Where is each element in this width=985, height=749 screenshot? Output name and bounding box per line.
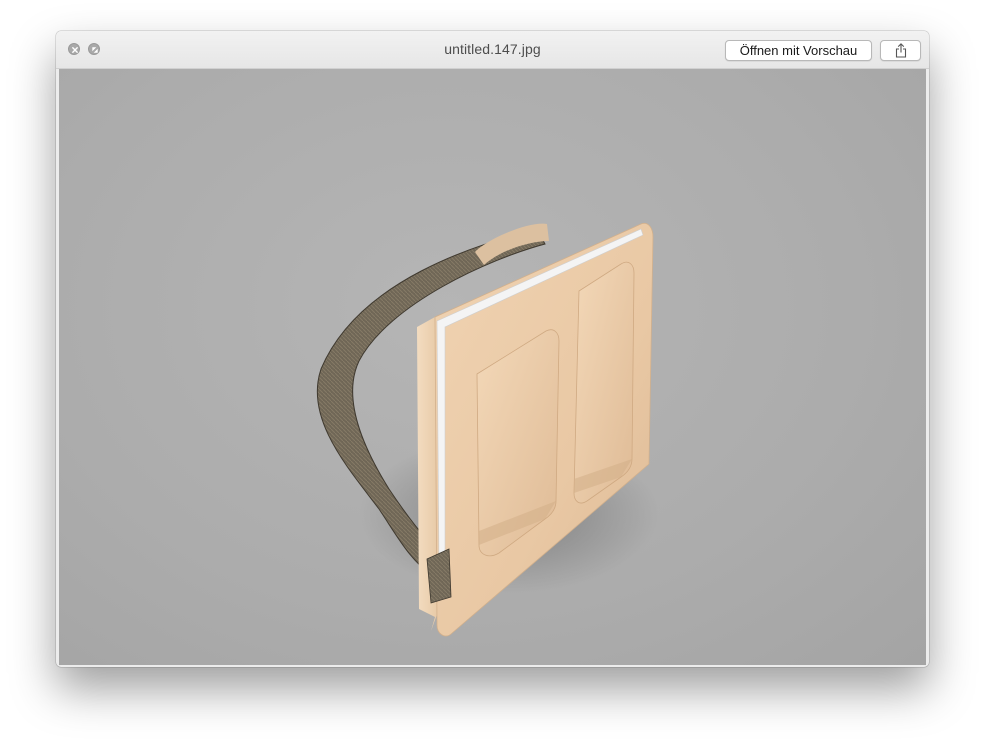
open-with-preview-button[interactable]: Öffnen mit Vorschau — [725, 40, 872, 61]
title-bar[interactable]: untitled.147.jpg Öffnen mit Vorschau — [56, 31, 929, 69]
image-preview — [59, 69, 926, 665]
rendered-image — [316, 222, 659, 637]
share-icon — [895, 43, 907, 58]
fullscreen-button[interactable] — [88, 43, 100, 55]
quicklook-window: untitled.147.jpg Öffnen mit Vorschau — [56, 31, 929, 667]
close-icon — [72, 47, 78, 53]
fullscreen-icon — [92, 47, 98, 53]
close-button[interactable] — [68, 43, 80, 55]
strap-attachment — [426, 548, 452, 604]
share-button[interactable] — [880, 40, 921, 61]
